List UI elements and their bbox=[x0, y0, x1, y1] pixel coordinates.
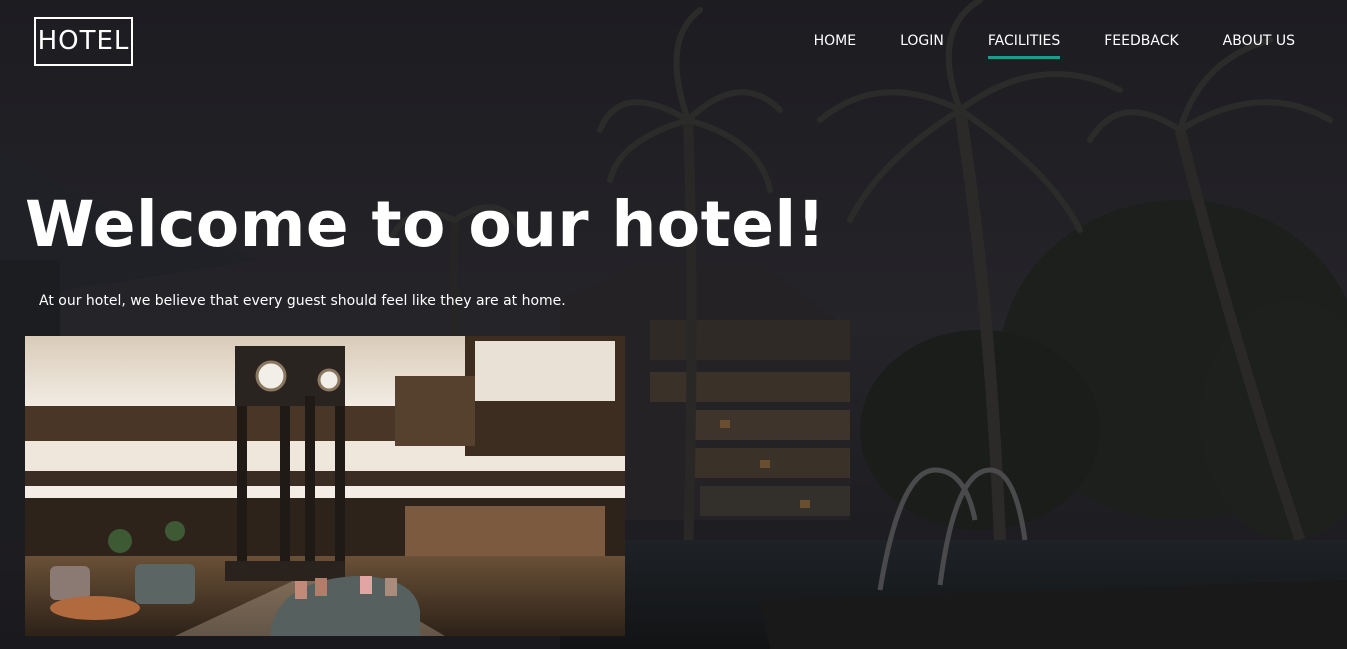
nav-item-home[interactable]: HOME bbox=[814, 33, 856, 59]
nav-item-login[interactable]: LOGIN bbox=[900, 33, 944, 59]
main-nav: HOME LOGIN FACILITIES FEEDBACK ABOUT US bbox=[770, 33, 1295, 59]
nav-item-about-us[interactable]: ABOUT US bbox=[1223, 33, 1295, 59]
nav-item-facilities[interactable]: FACILITIES bbox=[987, 33, 1061, 59]
hero-tagline: At our hotel, we believe that every gues… bbox=[39, 293, 566, 309]
hero-headline: Welcome to our hotel! bbox=[25, 188, 826, 261]
hotel-logo[interactable]: HOTEL bbox=[34, 17, 133, 66]
nav-item-feedback[interactable]: FEEDBACK bbox=[1104, 33, 1178, 59]
hotel-lobby-image bbox=[25, 336, 625, 636]
hero-section: HOTEL HOME LOGIN FACILITIES FEEDBACK ABO… bbox=[0, 0, 1347, 649]
